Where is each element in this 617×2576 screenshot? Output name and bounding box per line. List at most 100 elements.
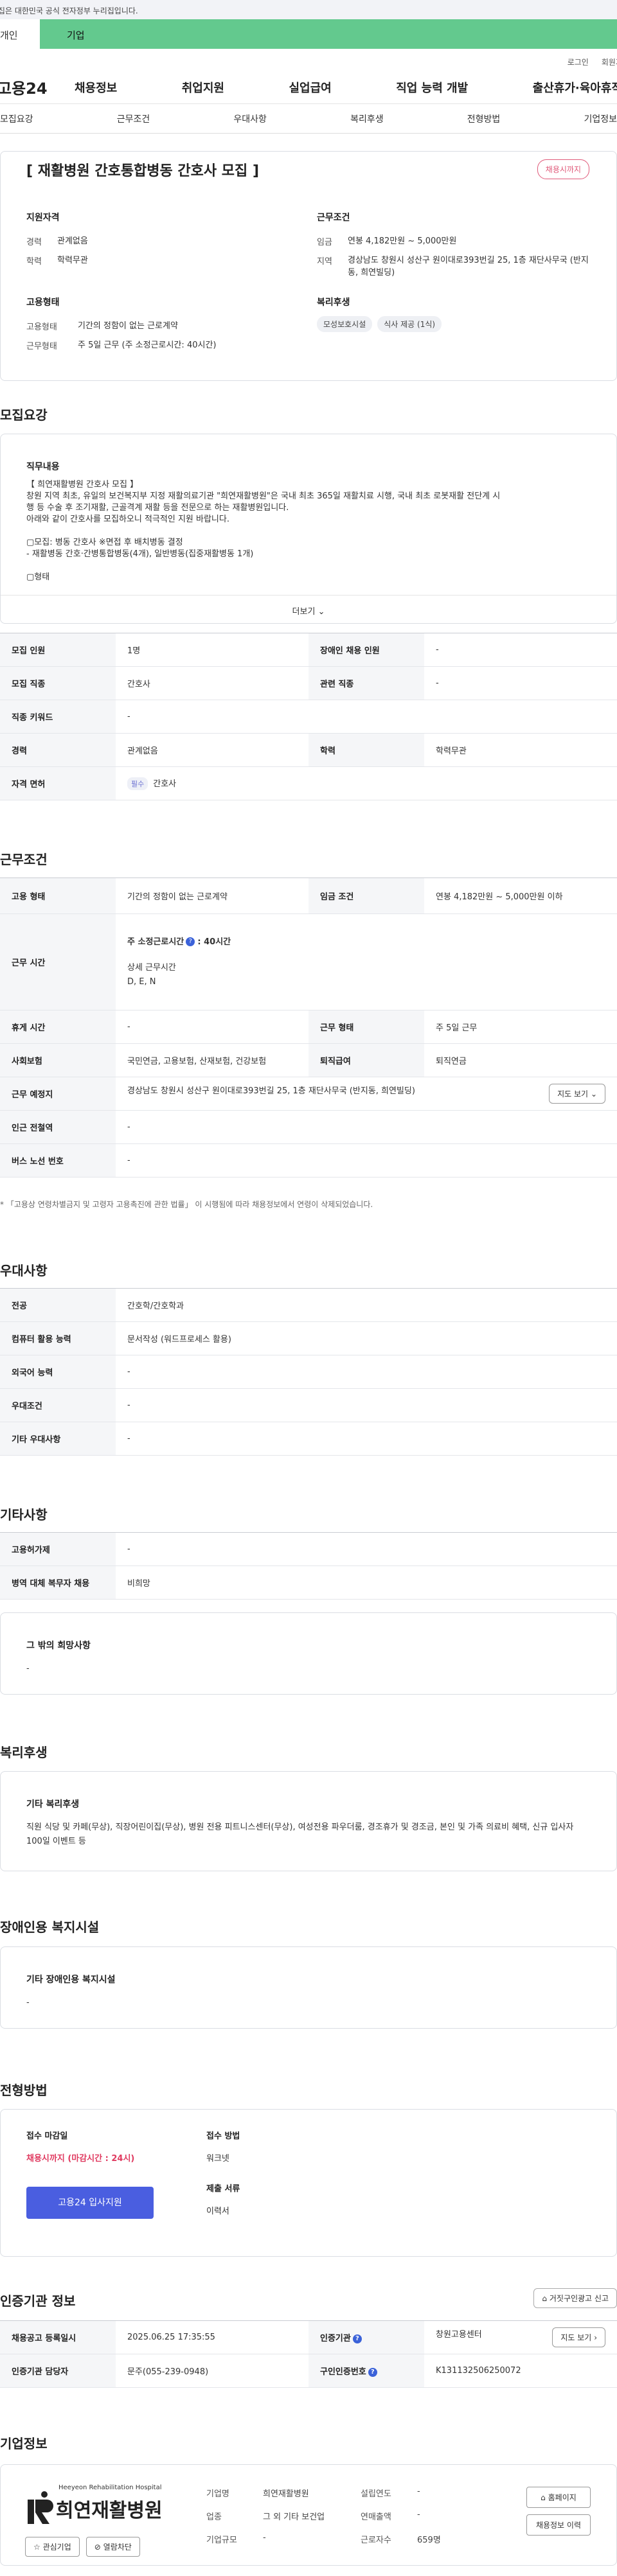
job-summary-card: [ 재활병원 간호통합병동 간호사 모집 ] 채용시까지 지원자격 경력 관계없음… xyxy=(0,151,617,381)
etc-permit-key: 고용허가제 xyxy=(0,1532,116,1566)
anchor-benefit[interactable]: 복리후생 xyxy=(350,112,384,125)
company-year-value: - xyxy=(417,2487,420,2496)
section-title-benefit: 복리후생 xyxy=(0,1745,48,1760)
gov-notice-bar: 이 누리집은 대한민국 공식 전자정부 누리집입니다. xyxy=(0,0,617,19)
section-title-company: 기업정보 xyxy=(0,2436,48,2451)
anchor-company[interactable]: 기업정보 xyxy=(584,112,617,125)
star-icon: ☆ xyxy=(33,2543,40,2552)
megaphone-icon: ⌂ xyxy=(542,2294,548,2303)
table-row: 직종 키워드 - xyxy=(0,700,617,734)
interest-company-label: 관심기업 xyxy=(42,2543,71,2552)
company-revenue-value: - xyxy=(417,2510,420,2519)
job-description-card: 직무내용 【 희연재활병원 간호사 모집 】 창원 지역 최초, 유일의 보건복… xyxy=(0,434,617,624)
company-links: ⌂ 홈페이지 채용정보 이력 xyxy=(526,2487,591,2536)
hope-label: 그 밖의 희망사항 xyxy=(26,1641,91,1651)
block-view-button[interactable]: ⊘ 열람차단 xyxy=(85,2537,140,2557)
more-button[interactable]: 더보기 ⌄ xyxy=(1,595,616,623)
work-place-key: 근무 예정지 xyxy=(0,1077,116,1111)
work-hours-value: : 40시간 xyxy=(197,937,231,947)
cond-loc-key: 지역 xyxy=(317,257,332,267)
recruit-keyword-value: - xyxy=(116,700,617,734)
info-icon[interactable]: ? xyxy=(186,937,195,946)
hope-card: 그 밖의 희망사항 - xyxy=(0,1612,617,1695)
company-logo-eng: Heeyeon Rehabilitation Hospital xyxy=(58,2484,162,2491)
agency-map-button[interactable]: 지도 보기 › xyxy=(552,2327,605,2347)
agency-id-key-label: 구인인증번호 xyxy=(320,2367,366,2377)
report-false-ad-button[interactable]: ⌂ 거짓구인광고 신고 xyxy=(533,2288,617,2308)
table-row: 고용허가제 - xyxy=(0,1532,617,1566)
job-history-button[interactable]: 채용정보 이력 xyxy=(526,2514,591,2536)
gnb-item-unemployment-benefit[interactable]: 실업급여 xyxy=(289,79,332,96)
homepage-button[interactable]: ⌂ 홈페이지 xyxy=(526,2487,591,2508)
info-icon[interactable]: ? xyxy=(352,2334,362,2343)
qual-title: 지원자격 xyxy=(26,213,60,223)
benefit-text: 직원 식당 및 카페(무상), 직장어린이집(무상), 병원 전용 피트니스센터… xyxy=(26,1822,574,1846)
interest-company-button[interactable]: ☆ 관심기업 xyxy=(25,2537,80,2557)
table-row: 모집 직종 간호사 관련 직종 - xyxy=(0,666,617,700)
login-link[interactable]: 로그인 xyxy=(568,57,589,71)
recruit-related-key: 관련 직종 xyxy=(308,666,424,700)
section-anchor-nav: 모집요강 근무조건 우대사항 복리후생 전형방법 기업정보 xyxy=(0,104,617,134)
signup-link[interactable]: 회원가입 xyxy=(602,57,617,71)
table-row: 근무 예정지 경상남도 창원시 성산구 원이대로393번길 25, 1층 재단사무… xyxy=(0,1077,617,1111)
table-row: 외국어 능력 - xyxy=(0,1355,617,1389)
method-value: 워크넷 xyxy=(206,2154,229,2164)
work-station-key: 인근 전철역 xyxy=(0,1110,116,1144)
anchor-work[interactable]: 근무조건 xyxy=(117,112,150,125)
table-row: 인근 전철역 - xyxy=(0,1110,617,1144)
emp-shape: 근무형태 주 5일 근무 (주 소정근로시간: 40시간) xyxy=(26,339,296,351)
table-row: 기타 우대사항 - xyxy=(0,1422,617,1456)
gnb-item-jobs[interactable]: 채용정보 xyxy=(75,79,117,96)
company-size-value: - xyxy=(263,2533,266,2543)
company-year-row: 설립연도 - xyxy=(361,2487,441,2510)
emp-shape-key: 근무형태 xyxy=(26,342,57,351)
pref-condition-key: 우대조건 xyxy=(0,1388,116,1422)
gov-notice-text: 이 누리집은 대한민국 공식 전자정부 누리집입니다. xyxy=(0,6,138,15)
recruit-disabled-key: 장애인 채용 인원 xyxy=(308,633,424,667)
pref-major-value: 간호학/간호학과 xyxy=(116,1288,617,1322)
company-actions: ☆ 관심기업 ⊘ 열람차단 xyxy=(25,2537,140,2557)
tab-personal[interactable]: 개인 xyxy=(0,19,40,49)
info-icon[interactable]: ? xyxy=(368,2367,377,2377)
etc-military-key: 병역 대체 복무자 채용 xyxy=(0,1566,116,1600)
table-row: 휴게 시간 - 근무 형태 주 5일 근무 xyxy=(0,1010,617,1044)
company-card: Heeyeon Rehabilitation Hospital 희연재활병원 ☆… xyxy=(0,2464,617,2566)
gnb-item-employment-support[interactable]: 취업지원 xyxy=(182,79,224,96)
apply-button[interactable]: 고용24 입사지원 xyxy=(26,2187,154,2219)
process-card: 접수 마감일 채용시까지 (마감시간 : 24시) 고용24 입사지원 접수 방… xyxy=(0,2109,617,2257)
work-break-value: - xyxy=(116,1010,308,1044)
cond-loc: 지역 경상남도 창원시 성산구 원이대로393번길 25, 1층 재단사무국 (반… xyxy=(317,254,593,279)
table-row: 고용 형태 기간의 정함이 없는 근로계약 임금 조건 연봉 4,182만원 ~ 5,… xyxy=(0,878,617,914)
work-table: 고용 형태 기간의 정함이 없는 근로계약 임금 조건 연봉 4,182만원 ~ 5,… xyxy=(0,878,617,1178)
section-title-disabled: 장애인용 복지시설 xyxy=(0,1919,100,1935)
company-info-right: 설립연도 - 연매출액 - 근로자수 659명 xyxy=(361,2487,441,2556)
tab-company[interactable]: 기업 xyxy=(40,19,617,49)
cond-title: 근무조건 xyxy=(317,213,350,223)
gnb-item-leave[interactable]: 출산휴가·육아휴직 xyxy=(533,79,617,96)
anchor-recruit[interactable]: 모집요강 xyxy=(0,112,33,125)
tab-personal-label: 개인 xyxy=(0,30,18,41)
table-row: 사회보험 국민연금, 고용보험, 산재보험, 건강보험 퇴직급여 퇴직연금 xyxy=(0,1043,617,1077)
company-name-key: 기업명 xyxy=(206,2489,229,2499)
benefit-card: 기타 복리후생 직원 식당 및 카페(무상), 직장어린이집(무상), 병원 전… xyxy=(0,1771,617,1871)
work-detail-label: 상세 근무시간 xyxy=(127,962,176,973)
work-station-value: - xyxy=(116,1110,617,1144)
work-time-key: 근무 시간 xyxy=(0,913,116,1010)
block-icon: ⊘ xyxy=(94,2543,101,2552)
anchor-pref[interactable]: 우대사항 xyxy=(233,112,267,125)
recruit-keyword-key: 직종 키워드 xyxy=(0,700,116,734)
member-type-switch: 개인 기업 xyxy=(0,19,617,49)
map-button[interactable]: 지도 보기 ⌄ xyxy=(549,1084,605,1104)
method-col: 접수 방법 워크넷 제출 서류 이력서 xyxy=(206,2129,240,2216)
work-wage-value: 연봉 4,182만원 ~ 5,000만원 이하 xyxy=(424,878,617,914)
qual-career: 경력 관계없음 xyxy=(26,235,258,247)
anchor-process[interactable]: 전형방법 xyxy=(467,112,501,125)
deadline-badge: 채용시까지 xyxy=(537,159,589,179)
map-button-label: 지도 보기 xyxy=(557,1090,589,1098)
site-logo[interactable]: 고용24 xyxy=(0,76,75,98)
section-title-pref: 우대사항 xyxy=(0,1263,48,1278)
agency-table: 채용공고 등록일시 2025.06.25 17:35:55 인증기관? 창원고용센터 지… xyxy=(0,2320,617,2388)
cond-wage-key: 임금 xyxy=(317,238,332,247)
gnb-item-training[interactable]: 직업 능력 개발 xyxy=(396,79,468,96)
agency-id-key: 구인인증번호? xyxy=(308,2354,424,2388)
